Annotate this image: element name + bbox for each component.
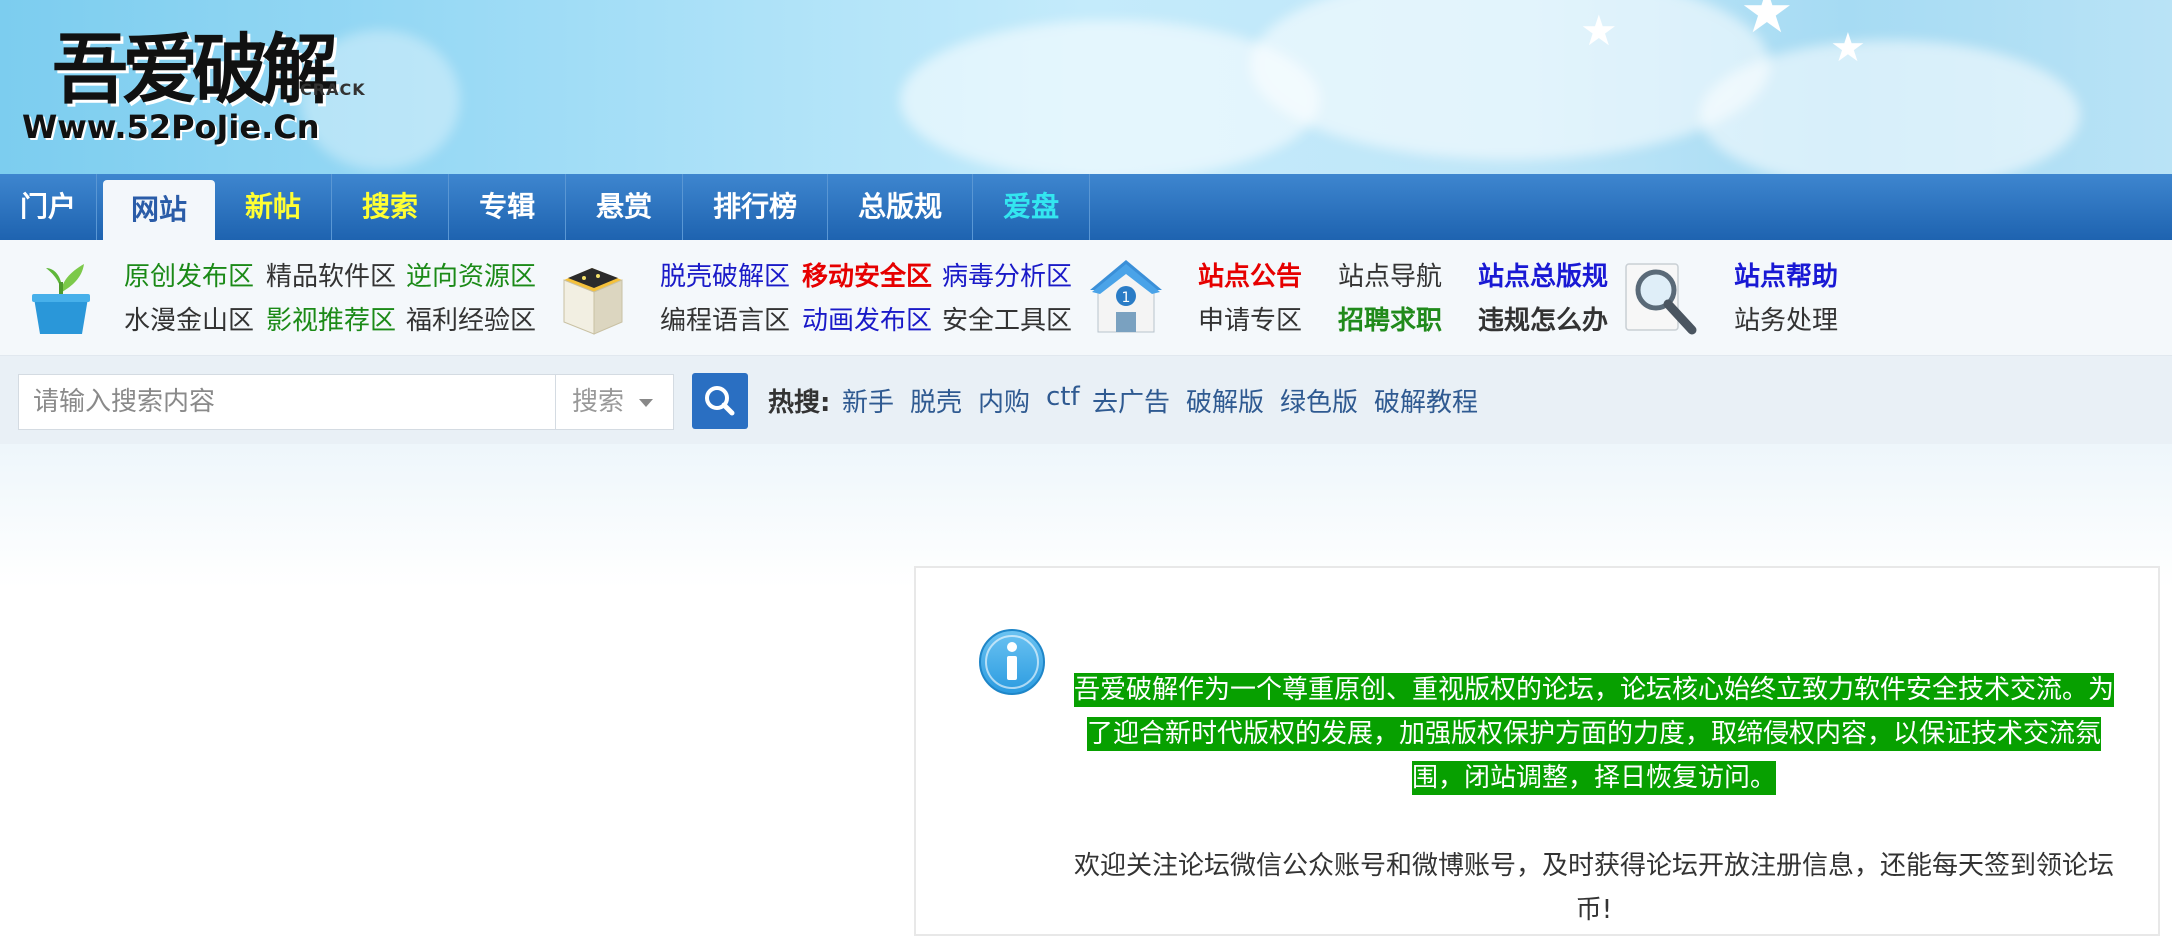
cat-link-reverse-resources[interactable]: 逆向资源区	[406, 256, 536, 293]
nav-item-albums[interactable]: 专辑	[449, 174, 567, 240]
cat-link-welfare-experience[interactable]: 福利经验区	[406, 300, 536, 337]
cat-link-site-help[interactable]: 站点帮助	[1734, 256, 1838, 293]
notice-highlight-line: 了迎合新时代版权的发展，加强版权保护方面的力度，取缔侵权内容，以保证技术交流氛	[1086, 717, 2101, 751]
category-strip: 原创发布区 精品软件区 逆向资源区 水漫金山区 影视推荐区 福利经验区 脱壳破解…	[0, 240, 2172, 356]
cloud-decoration	[1250, 0, 1770, 160]
star-icon: ★	[1740, 0, 1794, 47]
cat-link-application-zone[interactable]: 申请专区	[1198, 300, 1302, 337]
cat-link-security-tools[interactable]: 安全工具区	[942, 300, 1072, 337]
hot-search-link[interactable]: 绿色版	[1280, 382, 1358, 419]
star-icon: ★	[1580, 6, 1618, 55]
cat-link-original-release[interactable]: 原创发布区	[124, 256, 254, 293]
nav-item-new-posts[interactable]: 新帖	[215, 174, 333, 240]
hot-search-link[interactable]: 破解版	[1186, 382, 1264, 419]
cat-link-site-rules[interactable]: 站点总版规	[1478, 256, 1608, 293]
nav-item-ranking[interactable]: 排行榜	[683, 174, 829, 240]
search-button[interactable]	[692, 373, 748, 429]
cat-link-programming[interactable]: 编程语言区	[660, 300, 790, 337]
logo-crack-text: CRACK	[300, 80, 366, 99]
info-icon	[979, 629, 1045, 695]
search-icon	[705, 386, 735, 416]
notice-welcome-text: 欢迎关注论坛微信公众账号和微博账号，及时获得论坛开放注册信息，还能每天签到领论坛…	[1074, 851, 2115, 925]
site-header: ★ ★ ★ 吾爱破解 CRACK Www.52PoJie.Cn	[0, 0, 2172, 174]
magnifier-icon	[1625, 263, 1697, 335]
nav-item-aipan[interactable]: 爱盘	[973, 174, 1091, 240]
nav-item-site[interactable]: 网站	[103, 180, 216, 240]
cat-link-shuiman-jinshan[interactable]: 水漫金山区	[124, 300, 254, 337]
cat-link-premium-software[interactable]: 精品软件区	[266, 256, 396, 293]
site-logo[interactable]: 吾爱破解 CRACK Www.52PoJie.Cn	[22, 8, 382, 158]
cloud-decoration	[1700, 40, 2080, 174]
svg-text:1: 1	[1122, 290, 1131, 306]
logo-url-text: Www.52PoJie.Cn	[22, 108, 320, 146]
cat-link-video-recommend[interactable]: 影视推荐区	[266, 300, 396, 337]
hot-search-link[interactable]: ctf	[1046, 382, 1080, 412]
cat-link-virus-analysis[interactable]: 病毒分析区	[942, 256, 1072, 293]
box-icon	[563, 268, 623, 335]
sprout-icon	[32, 264, 90, 334]
cat-link-recruitment[interactable]: 招聘求职	[1338, 300, 1442, 337]
nav-item-rewards[interactable]: 悬赏	[566, 174, 684, 240]
star-icon: ★	[1830, 25, 1866, 71]
cat-link-site-affairs[interactable]: 站务处理	[1734, 300, 1838, 337]
search-box: 搜索	[18, 374, 674, 430]
cat-link-site-announcement[interactable]: 站点公告	[1198, 256, 1302, 293]
logo-chinese-text: 吾爱破解	[52, 25, 338, 114]
notice-highlight-line: 吾爱破解作为一个尊重原创、重视版权的论坛，论坛核心始终立致力软件安全技术交流。为	[1074, 673, 2115, 707]
cat-link-site-navigation[interactable]: 站点导航	[1338, 256, 1442, 293]
hot-search-link[interactable]: 去广告	[1092, 382, 1170, 419]
nav-item-rules[interactable]: 总版规	[828, 174, 974, 240]
cat-link-mobile-security[interactable]: 移动安全区	[802, 256, 932, 293]
hot-search-link[interactable]: 新手	[842, 382, 894, 419]
nav-item-search[interactable]: 搜索	[332, 174, 450, 240]
hot-search-link[interactable]: 脱壳	[910, 382, 962, 419]
main-nav: 门户 网站 新帖 搜索 专辑 悬赏 排行榜 总版规 爱盘	[0, 174, 2172, 240]
search-bar: 搜索 热搜: 新手 脱壳 内购 ctf 去广告 破解版 绿色版 破解教程	[0, 356, 2172, 444]
notice-highlight-line: 围，闭站调整，择日恢复访问。	[1411, 761, 1776, 795]
cat-link-animation-release[interactable]: 动画发布区	[802, 300, 932, 337]
chevron-down-icon	[639, 399, 653, 407]
search-type-select[interactable]: 搜索	[555, 375, 673, 429]
search-type-label: 搜索	[572, 387, 625, 417]
house-icon: 1	[1090, 260, 1162, 333]
hot-search-label: 热搜:	[768, 388, 831, 418]
nav-item-portal[interactable]: 门户	[0, 174, 98, 240]
hot-search-link[interactable]: 破解教程	[1374, 382, 1478, 419]
cat-link-violation-help[interactable]: 违规怎么办	[1478, 300, 1608, 337]
hot-search-link[interactable]: 内购	[978, 382, 1030, 419]
cat-link-unpack-crack[interactable]: 脱壳破解区	[660, 256, 790, 293]
search-input[interactable]	[19, 375, 553, 429]
closure-notice: 吾爱破解作为一个尊重原创、重视版权的论坛，论坛核心始终立致力软件安全技术交流。为…	[914, 566, 2160, 936]
